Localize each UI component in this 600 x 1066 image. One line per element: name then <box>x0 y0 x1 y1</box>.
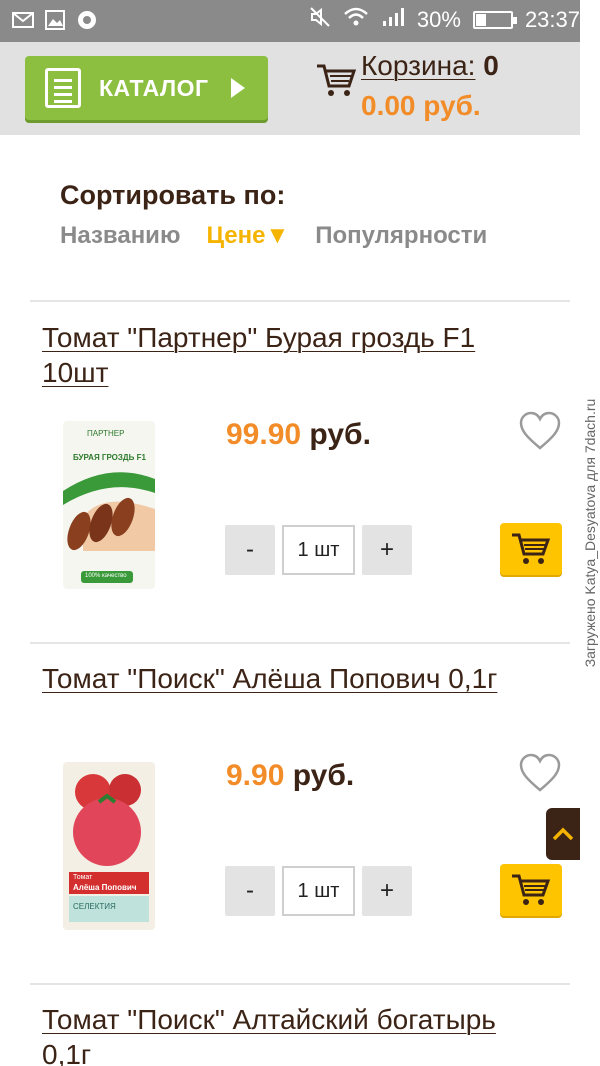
quantity-input[interactable] <box>282 866 355 916</box>
divider <box>30 983 570 985</box>
cart-icon <box>512 533 551 564</box>
favorite-heart-icon[interactable] <box>518 410 562 452</box>
chevron-up-icon <box>552 827 574 841</box>
cart-total: 0.00 руб. <box>361 90 481 121</box>
product-title[interactable]: Томат "Поиск" Алтайский богатырь 0,1г <box>42 1002 542 1066</box>
document-icon <box>45 68 81 108</box>
status-right: 30% 23:37 <box>309 6 580 34</box>
shopping-cart-icon <box>317 64 356 96</box>
sort-by-name[interactable]: Названию <box>60 222 180 250</box>
price-value: 99.90 <box>226 418 302 451</box>
cart-icon <box>512 874 551 905</box>
mail-icon <box>12 10 34 30</box>
catalog-label: КАТАЛОГ <box>99 74 209 101</box>
catalog-button[interactable]: КАТАЛОГ <box>25 56 268 120</box>
cart-count: 0 <box>483 50 499 81</box>
product-price: 99.90 руб. <box>226 418 371 452</box>
sort-title: Сортировать по: <box>60 180 286 210</box>
signal-icon <box>381 7 405 33</box>
product-image[interactable] <box>63 421 155 589</box>
price-currency: руб. <box>292 759 355 792</box>
product-price: 9.90 руб. <box>226 759 354 793</box>
status-bar: 30% 23:37 <box>0 0 580 42</box>
battery-icon <box>472 11 517 29</box>
mute-icon <box>309 6 331 34</box>
image-icon <box>44 10 66 30</box>
price-value: 9.90 <box>226 759 285 792</box>
battery-percent: 30% <box>416 7 461 32</box>
cart-summary[interactable]: Корзина: 0 <box>361 50 499 82</box>
clock: 23:37 <box>524 7 580 32</box>
status-left-icons <box>12 10 98 30</box>
chrome-icon <box>76 10 98 30</box>
quantity-decrease-button[interactable]: - <box>225 525 275 575</box>
divider <box>30 300 570 302</box>
add-to-cart-button[interactable] <box>500 864 562 916</box>
product-title[interactable]: Томат "Партнер" Бурая гроздь F1 10шт <box>42 320 542 390</box>
watermark: Загружено Katya_Desyatova для 7dach.ru <box>580 0 600 1066</box>
watermark-text: Загружено Katya_Desyatova для 7dach.ru <box>582 398 598 668</box>
divider <box>30 642 570 644</box>
price-currency: руб. <box>309 418 371 451</box>
seed-packet-image <box>63 762 155 930</box>
quantity-input[interactable] <box>282 525 355 575</box>
seed-packet-image <box>63 421 155 589</box>
quantity-decrease-button[interactable]: - <box>225 866 275 916</box>
product-title[interactable]: Томат "Поиск" Алёша Попович 0,1г <box>42 661 542 696</box>
product-image[interactable] <box>63 762 155 930</box>
play-arrow-icon <box>230 78 245 98</box>
add-to-cart-button[interactable] <box>500 523 562 575</box>
sort-by-price[interactable]: Цене▼ <box>206 222 289 250</box>
favorite-heart-icon[interactable] <box>518 752 562 794</box>
battery-fill <box>475 14 487 26</box>
site-header: КАТАЛОГ Корзина: 0 0.00 руб. <box>0 42 580 135</box>
quantity-increase-button[interactable]: + <box>362 525 412 575</box>
sort-options: Названию Цене▼ Популярности <box>60 222 487 250</box>
sort-by-popularity[interactable]: Популярности <box>315 222 487 250</box>
cart-label[interactable]: Корзина: <box>361 50 475 81</box>
quantity-increase-button[interactable]: + <box>362 866 412 916</box>
wifi-icon <box>343 6 369 34</box>
header-cart[interactable]: Корзина: 0 0.00 руб. <box>316 50 576 130</box>
scroll-to-top-button[interactable] <box>546 808 580 860</box>
